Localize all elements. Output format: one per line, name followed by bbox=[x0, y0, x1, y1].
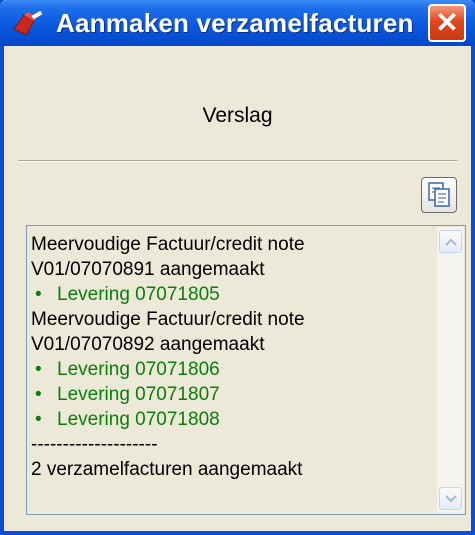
log-line: Meervoudige Factuur/credit note bbox=[31, 232, 435, 257]
log-line-text: Meervoudige Factuur/credit note bbox=[31, 234, 305, 255]
app-icon bbox=[10, 9, 44, 39]
scroll-down-button[interactable] bbox=[439, 487, 462, 510]
log-delivery-item: • Levering 07071806 bbox=[31, 357, 435, 382]
scroll-down-arrow-icon bbox=[444, 494, 457, 502]
log-line-text: Levering 07071808 bbox=[57, 409, 220, 430]
scroll-up-arrow-icon bbox=[444, 238, 457, 246]
bullet-icon: • bbox=[35, 409, 42, 430]
window-title: Aanmaken verzamelfacturen bbox=[56, 8, 414, 38]
log-line-text: Levering 07071805 bbox=[57, 284, 220, 305]
close-icon: ✕ bbox=[435, 7, 459, 38]
bullet-icon: • bbox=[35, 359, 42, 380]
scroll-up-button[interactable] bbox=[439, 230, 462, 253]
report-log[interactable]: Meervoudige Factuur/credit note V01/07070… bbox=[26, 225, 466, 515]
bullet-icon: • bbox=[35, 284, 42, 305]
log-line-text: Levering 07071807 bbox=[57, 384, 220, 405]
dialog-window: Aanmaken verzamelfacturen ✕ Verslag Meer… bbox=[0, 0, 475, 535]
log-line-text: V01/07070891 aangemaakt bbox=[31, 259, 265, 280]
copy-button[interactable] bbox=[421, 177, 457, 213]
copy-icon bbox=[428, 182, 450, 207]
bullet-icon: • bbox=[35, 384, 42, 405]
log-line-text: 2 verzamelfacturen aangemaakt bbox=[31, 459, 303, 480]
log-line-text: V01/07070892 aangemaakt bbox=[31, 334, 265, 355]
log-delivery-item: • Levering 07071805 bbox=[31, 282, 435, 307]
close-button[interactable]: ✕ bbox=[428, 4, 466, 42]
log-line: Meervoudige Factuur/credit note bbox=[31, 307, 435, 332]
log-line: 2 verzamelfacturen aangemaakt bbox=[31, 457, 435, 482]
log-line: V01/07070892 aangemaakt bbox=[31, 332, 435, 357]
log-delivery-item: • Levering 07071807 bbox=[31, 382, 435, 407]
title-bar[interactable]: Aanmaken verzamelfacturen ✕ bbox=[0, 0, 475, 46]
log-line: -------------------- bbox=[31, 432, 435, 457]
log-lines: Meervoudige Factuur/credit note V01/07070… bbox=[31, 232, 435, 482]
log-line-text: Meervoudige Factuur/credit note bbox=[31, 309, 305, 330]
log-line: V01/07070891 aangemaakt bbox=[31, 257, 435, 282]
log-line-text: -------------------- bbox=[31, 434, 158, 455]
log-delivery-item: • Levering 07071808 bbox=[31, 407, 435, 432]
divider bbox=[18, 160, 457, 162]
log-line-text: Levering 07071806 bbox=[57, 359, 220, 380]
report-heading: Verslag bbox=[202, 104, 273, 127]
vertical-scrollbar[interactable] bbox=[437, 227, 464, 513]
